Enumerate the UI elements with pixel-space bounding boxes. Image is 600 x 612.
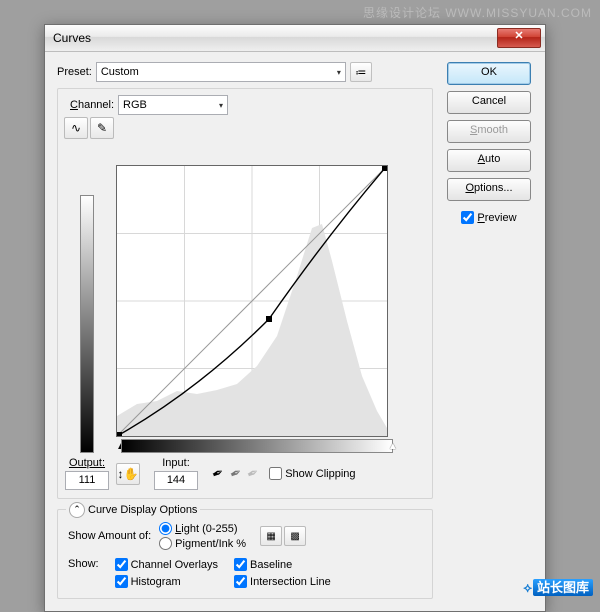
channel-value: RGB: [123, 99, 147, 111]
light-radio-label: Light (0-255): [175, 523, 237, 535]
auto-button[interactable]: Auto: [447, 149, 531, 172]
curves-dialog: Curves ✕ Preset: Custom ▾ ≔ Channel: RGB…: [44, 24, 546, 612]
titlebar-title: Curves: [53, 31, 497, 45]
baseline-label: Baseline: [250, 559, 292, 571]
display-options-legend: Curve Display Options: [88, 504, 197, 516]
preset-value: Custom: [101, 66, 139, 78]
channel-overlays-label: Channel Overlays: [131, 559, 218, 571]
white-point-slider[interactable]: ▲: [388, 441, 398, 452]
watermark-top: 思缘设计论坛 WWW.MISSYUAN.COM: [363, 4, 592, 21]
options-button[interactable]: Options...: [447, 178, 531, 201]
histogram-label: Histogram: [131, 576, 181, 588]
grid-coarse-button[interactable]: ▦: [260, 526, 282, 546]
curve-plot[interactable]: [116, 165, 388, 437]
preset-label: Preset:: [57, 66, 92, 78]
watermark-bottom: ⟡站长图库: [523, 577, 594, 596]
preview-label: Preview: [477, 212, 516, 224]
ok-button[interactable]: OK: [447, 62, 531, 85]
collapse-icon[interactable]: ⌃: [69, 502, 85, 518]
pigment-radio[interactable]: Pigment/Ink %: [159, 537, 246, 550]
show-clipping-checkbox[interactable]: Show Clipping: [269, 467, 355, 480]
channel-label: Channel:: [70, 99, 114, 111]
show-clipping-label: Show Clipping: [285, 468, 355, 480]
output-field[interactable]: 111: [65, 471, 109, 490]
curve-control-point: [266, 316, 272, 322]
input-field[interactable]: 144: [154, 471, 198, 490]
cancel-button[interactable]: Cancel: [447, 91, 531, 114]
gray-eyedropper-icon[interactable]: ✒: [227, 463, 245, 483]
histogram-checkbox[interactable]: Histogram: [115, 575, 218, 588]
pigment-radio-label: Pigment/Ink %: [175, 538, 246, 550]
chevron-down-icon: ▾: [337, 68, 341, 77]
smooth-button[interactable]: Smooth: [447, 120, 531, 143]
baseline-checkbox[interactable]: Baseline: [234, 558, 331, 571]
curve-tool-button[interactable]: ∿: [64, 117, 88, 139]
channel-dropdown[interactable]: RGB ▾: [118, 95, 228, 115]
channel-overlays-checkbox[interactable]: Channel Overlays: [115, 558, 218, 571]
curve-panel: Channel: RGB ▾ ∿ ✎ Output: 111: [57, 88, 433, 499]
preset-dropdown[interactable]: Custom ▾: [96, 62, 346, 82]
show-label: Show:: [68, 558, 99, 570]
input-label: Input:: [162, 457, 190, 469]
grid-fine-button[interactable]: ▩: [284, 526, 306, 546]
pencil-tool-button[interactable]: ✎: [90, 117, 114, 139]
preview-checkbox[interactable]: Preview: [461, 211, 516, 224]
display-options-panel: ⌃ Curve Display Options Show Amount of: …: [57, 509, 433, 599]
white-eyedropper-icon[interactable]: ✒: [244, 463, 262, 483]
black-eyedropper-icon[interactable]: ✒: [209, 463, 227, 483]
output-gradient: [80, 195, 94, 453]
light-radio[interactable]: Light (0-255): [159, 522, 246, 535]
intersection-checkbox[interactable]: Intersection Line: [234, 575, 331, 588]
output-label: Output:: [69, 457, 105, 469]
show-amount-label: Show Amount of:: [68, 530, 151, 542]
preset-menu-button[interactable]: ≔: [350, 62, 372, 82]
close-button[interactable]: ✕: [497, 28, 541, 48]
titlebar[interactable]: Curves ✕: [45, 25, 545, 52]
target-adjust-button[interactable]: ↕✋: [116, 463, 140, 485]
input-gradient: [121, 439, 393, 453]
intersection-label: Intersection Line: [250, 576, 331, 588]
chevron-down-icon: ▾: [219, 101, 223, 110]
